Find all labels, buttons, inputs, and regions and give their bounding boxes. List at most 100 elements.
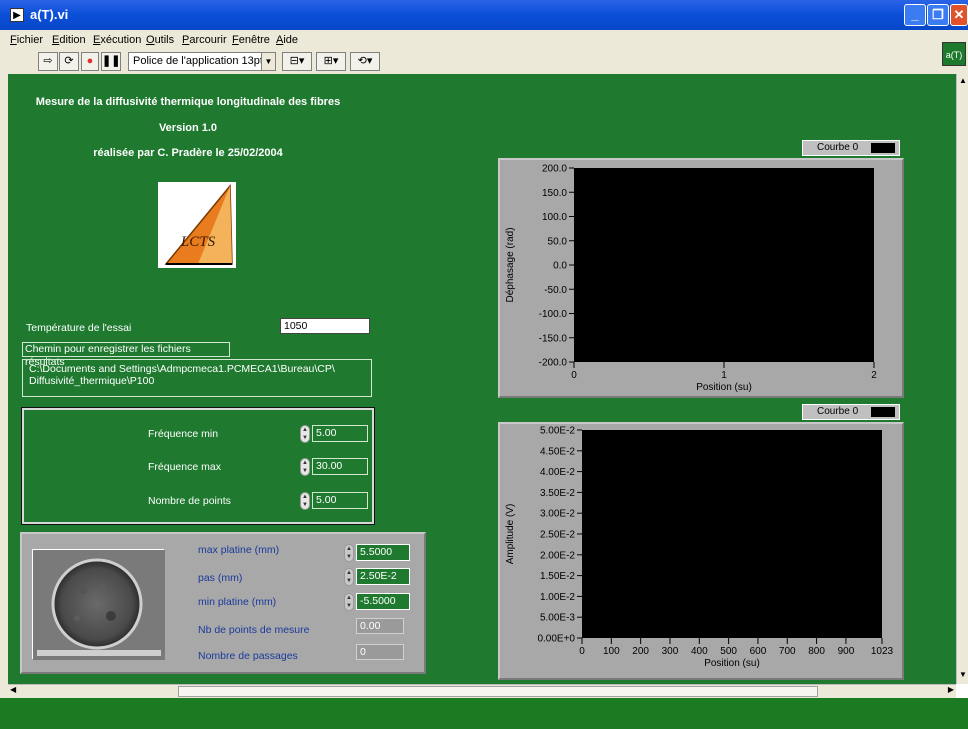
freq-max-spinner[interactable]: ▲ ▼ (300, 458, 310, 476)
amplitude-legend[interactable]: Courbe 0 (802, 404, 900, 420)
abort-icon[interactable]: ● (81, 52, 99, 71)
x-tick-label: 1 (721, 370, 727, 381)
menu-parcourir[interactable]: Parcourir (182, 34, 227, 46)
y-tick-label: -50.0 (544, 285, 567, 296)
freq-min-spinner[interactable]: ▲ ▼ (300, 425, 310, 443)
left-border (0, 74, 8, 698)
pause-icon[interactable]: ❚❚ (101, 52, 121, 71)
menu-aide[interactable]: Aide (276, 34, 298, 46)
menu-fenetre[interactable]: Fenêtre (232, 34, 270, 46)
y-tick-label: 4.00E-2 (540, 467, 575, 478)
y-tick-label: 0.0 (553, 261, 567, 272)
reorder-icon[interactable]: ⟲▾ (350, 52, 380, 71)
menu-bar: Fichier Edition Exécution Outils Parcour… (0, 30, 940, 50)
nb-points-indicator: 0.00 (356, 618, 404, 634)
x-tick-label: 2 (871, 370, 877, 381)
path-input[interactable]: C:\Documents and Settings\Admpcmeca1.PCM… (22, 359, 372, 397)
x-tick-label: 100 (603, 646, 620, 657)
phase-chart: 200.0 150.0 100.0 50.0 0.0 -50.0 -100.0 -150.0 -… (505, 164, 877, 394)
min-platine-spinner[interactable]: ▲ ▼ (344, 593, 354, 611)
horizontal-scrollbar[interactable]: ◀ ▶ (8, 684, 956, 698)
run-continuously-icon[interactable]: ⟳ (59, 52, 79, 71)
x-tick-label: 0 (579, 646, 585, 657)
x-tick-label: 600 (750, 646, 767, 657)
align-objects-icon[interactable]: ⊟▾ (282, 52, 312, 71)
temperature-label: Température de l'essai (26, 322, 132, 334)
app-title: Mesure de la diffusivité thermique longi… (35, 96, 341, 108)
platine-cluster: max platine (mm) ▲ ▼ 5.5000 pas (mm) ▲ ▼ 2… (20, 532, 426, 674)
pas-spinner[interactable]: ▲ ▼ (344, 568, 354, 586)
y-tick-label: 1.50E-2 (540, 571, 575, 582)
x-tick-label: 200 (632, 646, 649, 657)
amplitude-chart: 5.00E-2 4.50E-2 4.00E-2 3.50E-2 3.00E-2 2.50E… (505, 426, 894, 670)
font-select-label: Police de l'application 13pts (133, 55, 269, 67)
vi-run-icon: ▶ (10, 8, 24, 22)
scroll-right-icon[interactable]: ▶ (948, 685, 954, 694)
x-tick-label: 500 (720, 646, 737, 657)
path-line-2: Diffusivité_thermique\P100 (29, 375, 155, 387)
phase-legend[interactable]: Courbe 0 (802, 140, 900, 156)
menu-fichier[interactable]: Fichier (10, 34, 43, 46)
menu-execution[interactable]: Exécution (93, 34, 141, 46)
y-tick-label: 3.00E-2 (540, 509, 575, 520)
vertical-scrollbar[interactable]: ▲ ▼ (956, 74, 968, 684)
max-platine-label: max platine (mm) (198, 544, 280, 556)
max-platine-spinner[interactable]: ▲ ▼ (344, 544, 354, 562)
toolbar: ⇨ ⟳ ● ❚❚ Police de l'application 13pts ▼… (0, 50, 940, 74)
min-platine-label: min platine (mm) (198, 596, 277, 608)
amplitude-graph: 5.00E-2 4.50E-2 4.00E-2 3.50E-2 3.00E-2 2.50E… (498, 422, 904, 680)
phase-graph: 200.0 150.0 100.0 50.0 0.0 -50.0 -100.0 -150.0 -… (498, 158, 904, 398)
phase-legend-swatch (871, 143, 895, 153)
frequency-cluster: Fréquence min ▲ ▼ 5.00 Fréquence max ▲ ▼ 3… (21, 407, 375, 525)
points-input[interactable]: 5.00 (312, 492, 368, 509)
distribute-objects-icon[interactable]: ⊞▾ (316, 52, 346, 71)
y-tick-label: 2.50E-2 (540, 530, 575, 541)
amplitude-legend-swatch (871, 407, 895, 417)
y-tick-label: 200.0 (542, 164, 567, 175)
logo-text: LCTS (180, 234, 216, 250)
y-tick-label: 2.00E-2 (540, 550, 575, 561)
y-tick-label: 5.00E-2 (540, 426, 575, 437)
menu-outils[interactable]: Outils (146, 34, 174, 46)
version-label: Version 1.0 (158, 122, 218, 134)
y-tick-label: 5.00E-3 (540, 613, 575, 624)
pas-label: pas (mm) (198, 572, 243, 584)
freq-max-label: Fréquence max (148, 461, 221, 473)
front-panel: Mesure de la diffusivité thermique longi… (8, 74, 956, 684)
status-bar (0, 698, 968, 729)
lcts-logo: LCTS (158, 182, 236, 268)
scroll-thumb[interactable] (178, 686, 818, 697)
passes-label: Nombre de passages (198, 650, 298, 662)
y-tick-label: -100.0 (539, 309, 568, 320)
freq-min-input[interactable]: 5.00 (312, 425, 368, 442)
maximize-button[interactable]: ❐ (927, 4, 949, 26)
freq-max-input[interactable]: 30.00 (312, 458, 368, 475)
scroll-down-icon[interactable]: ▼ (958, 670, 968, 682)
max-platine-input[interactable]: 5.5000 (356, 544, 410, 561)
minimize-button[interactable]: _ (904, 4, 926, 26)
y-tick-label: 0.00E+0 (537, 634, 575, 645)
y-tick-label: 50.0 (548, 236, 568, 247)
min-platine-input[interactable]: -5.5000 (356, 593, 410, 610)
menu-edition[interactable]: Edition (52, 34, 86, 46)
points-spinner[interactable]: ▲ ▼ (300, 492, 310, 510)
run-icon[interactable]: ⇨ (38, 52, 58, 71)
temperature-input[interactable]: 1050 (280, 318, 370, 334)
x-tick-label: 1023 (871, 646, 894, 657)
scroll-left-icon[interactable]: ◀ (10, 685, 16, 694)
y-tick-label: -200.0 (539, 358, 568, 369)
x-tick-label: 400 (691, 646, 708, 657)
vi-connector-icon: a(T) (942, 42, 966, 66)
scroll-up-icon[interactable]: ▲ (958, 76, 968, 88)
y-tick-label: 1.00E-2 (540, 592, 575, 603)
pas-input[interactable]: 2.50E-2 (356, 568, 410, 585)
x-axis-label: Position (su) (696, 382, 752, 393)
path-label: Chemin pour enregistrer les fichiers rés… (22, 342, 230, 368)
x-tick-label: 300 (662, 646, 679, 657)
x-tick-label: 800 (808, 646, 825, 657)
y-tick-label: 4.50E-2 (540, 446, 575, 457)
font-select[interactable]: Police de l'application 13pts ▼ (128, 52, 276, 71)
title-bar: ▶ a(T).vi _ ❐ ✕ (0, 0, 968, 30)
amplitude-legend-label: Courbe 0 (817, 406, 859, 417)
close-button[interactable]: ✕ (950, 4, 968, 26)
